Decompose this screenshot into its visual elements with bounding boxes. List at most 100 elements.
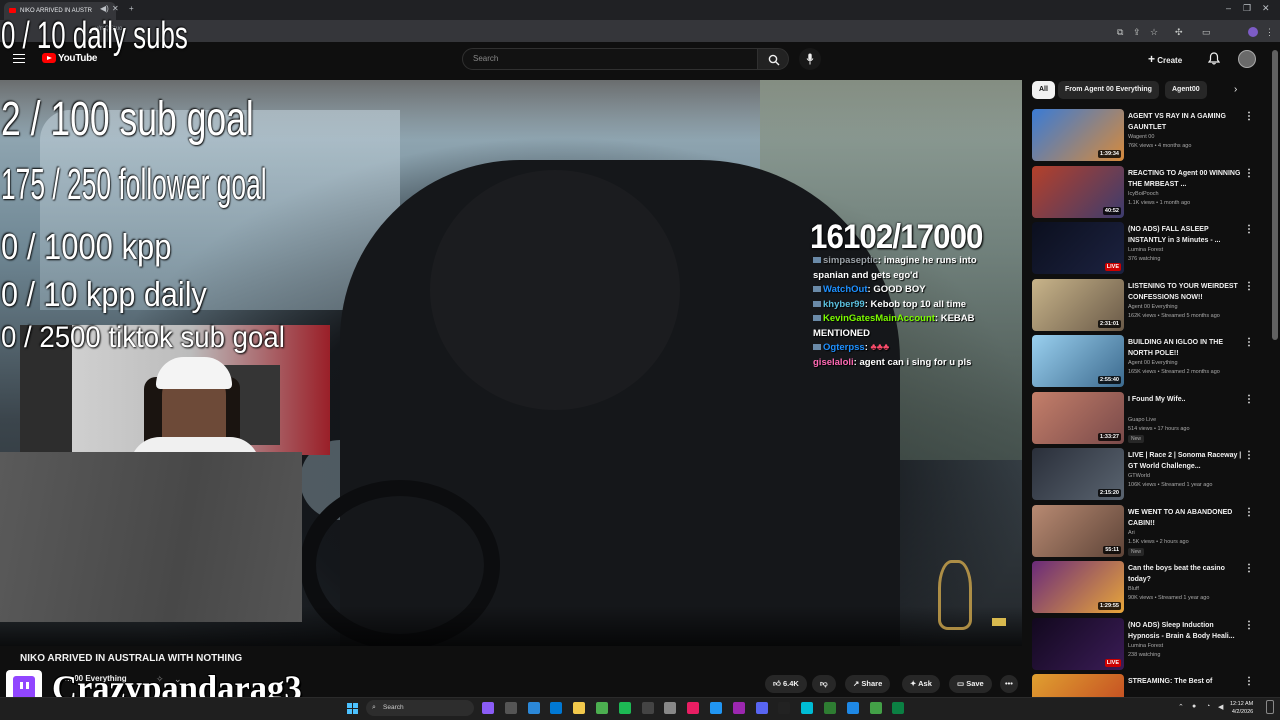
search-input[interactable]: Search — [462, 48, 758, 70]
app-icon[interactable] — [732, 702, 745, 714]
video-thumbnail[interactable]: 40:52 — [1032, 165, 1124, 218]
more-vertical-icon[interactable]: ⋮ — [1244, 337, 1254, 348]
chevron-right-icon[interactable]: › — [1234, 84, 1237, 95]
tab-close-icon[interactable]: ✕ — [112, 4, 119, 13]
share-page-icon[interactable]: ⇪ — [1133, 27, 1141, 38]
profile-icon[interactable] — [1248, 27, 1258, 37]
new-tab-icon[interactable]: + — [129, 4, 134, 13]
taskbar-search[interactable]: ⌕ Search — [366, 700, 474, 716]
recommendation-title[interactable]: WE WENT TO AN ABANDONED CABIN!! — [1128, 507, 1246, 529]
recommendation-card[interactable]: 55:11 WE WENT TO AN ABANDONED CABIN!! Ari 1… — [1032, 504, 1268, 557]
video-thumbnail[interactable]: 2:31:01 — [1032, 278, 1124, 331]
more-vertical-icon[interactable]: ⋮ — [1244, 224, 1254, 235]
minimize-icon[interactable]: – — [1226, 3, 1231, 13]
task-view-icon[interactable] — [504, 702, 517, 714]
save-button[interactable]: ▭ Save — [949, 675, 992, 693]
recommendation-title[interactable]: (NO ADS) Sleep Induction Hypnosis - Brai… — [1128, 620, 1246, 642]
chrome-icon[interactable] — [596, 702, 608, 714]
page-scrollbar[interactable] — [1272, 50, 1278, 340]
spotify-icon[interactable] — [618, 702, 631, 714]
recommendation-card[interactable]: LIVE (NO ADS) Sleep Induction Hypnosis - … — [1032, 617, 1268, 670]
photos-icon[interactable] — [664, 702, 677, 714]
recommendation-channel[interactable]: Lumina Forest — [1128, 643, 1163, 649]
app-icon[interactable] — [482, 702, 494, 714]
recommendation-title[interactable]: LISTENING TO YOUR WEIRDEST CONFESSIONS N… — [1128, 281, 1246, 303]
voice-search-button[interactable] — [799, 48, 821, 70]
tiktok-icon[interactable] — [687, 702, 700, 714]
recommendation-channel[interactable]: GTWorld — [1128, 473, 1150, 479]
volume-icon[interactable]: ◀ — [1218, 703, 1223, 711]
more-vertical-icon[interactable]: ⋮ — [1244, 563, 1254, 574]
notifications-bell-icon[interactable] — [1208, 52, 1220, 65]
dislike-button[interactable]: 👎︎ — [812, 675, 836, 693]
recommendation-card[interactable]: 1:33:27 I Found My Wife.. Guapo Live 514 vi… — [1032, 391, 1268, 444]
video-thumbnail[interactable]: LIVE — [1032, 222, 1124, 274]
recommendation-card[interactable]: LIVE (NO ADS) FALL ASLEEP INSTANTLY in 3 … — [1032, 222, 1268, 274]
file-explorer-icon[interactable] — [573, 702, 586, 714]
tray-mic-icon[interactable]: ● — [1192, 703, 1196, 710]
video-thumbnail[interactable]: 1:39:34 — [1032, 109, 1124, 161]
taskbar-clock[interactable]: 12:12 AM 4/2/2026 — [1230, 700, 1253, 716]
recommendation-title[interactable]: Can the boys beat the casino today? — [1128, 563, 1246, 585]
ask-button[interactable]: ✦ Ask — [902, 675, 940, 693]
address-bar[interactable] — [0, 20, 1280, 42]
store-icon[interactable] — [641, 702, 654, 714]
recommendation-card[interactable]: 2:15:20 LIVE | Race 2 | Sonoma Raceway | … — [1032, 448, 1268, 500]
recommendation-card[interactable]: 40:52 REACTING TO Agent 00 WINNING THE MR… — [1032, 165, 1268, 218]
notification-center-icon[interactable] — [1266, 700, 1274, 714]
excel-icon[interactable] — [892, 702, 905, 714]
recommendation-channel[interactable]: Ari — [1128, 530, 1135, 536]
windows-start-icon[interactable] — [347, 703, 358, 714]
recommendation-title[interactable]: BUILDING AN IGLOO IN THE NORTH POLE!! — [1128, 337, 1246, 359]
share-button[interactable]: ↗ Share — [845, 675, 891, 693]
restore-icon[interactable]: ❐ — [1243, 3, 1251, 14]
video-thumbnail[interactable]: 1:33:27 — [1032, 391, 1124, 444]
app-icon[interactable] — [869, 702, 882, 714]
recommendation-title[interactable]: STREAMING: The Best of — [1128, 676, 1246, 687]
recommendation-channel[interactable]: Bluff — [1128, 586, 1139, 592]
create-button[interactable]: + Create — [1148, 50, 1182, 68]
sidebar-panel-icon[interactable]: ▭ — [1202, 27, 1211, 38]
recommendation-channel[interactable]: Lumina Forest — [1128, 247, 1163, 253]
app-icon[interactable] — [710, 702, 722, 714]
recommendation-channel[interactable]: Agent 00 Everything — [1128, 360, 1178, 366]
chip-all[interactable]: All — [1032, 81, 1055, 99]
cast-icon[interactable]: ⧉ — [1117, 27, 1123, 38]
recommendation-card[interactable]: 1:39:34 AGENT VS RAY IN A GAMING GAUNTLET… — [1032, 109, 1268, 161]
recommendation-channel[interactable]: IcyBoiPooch — [1128, 191, 1159, 197]
more-vertical-icon[interactable]: ⋮ — [1244, 168, 1254, 179]
recommendation-title[interactable]: LIVE | Race 2 | Sonoma Raceway | GT Worl… — [1128, 450, 1246, 472]
kick-icon[interactable] — [778, 702, 791, 714]
more-vertical-icon[interactable]: ⋮ — [1244, 281, 1254, 292]
video-thumbnail[interactable]: LIVE — [1032, 617, 1124, 670]
chip-agent00[interactable]: Agent00 — [1165, 81, 1207, 99]
chip-from-channel[interactable]: From Agent 00 Everything — [1058, 81, 1159, 99]
extensions-icon[interactable]: ✣ — [1175, 27, 1183, 38]
recommendation-title[interactable]: I Found My Wife.. — [1128, 394, 1246, 405]
recommendation-channel[interactable]: Wagent 00 — [1128, 134, 1154, 140]
recommendation-card[interactable]: 2:55:40 BUILDING AN IGLOO IN THE NORTH PO… — [1032, 335, 1268, 387]
xbox-icon[interactable] — [824, 702, 836, 714]
more-vertical-icon[interactable]: ⋮ — [1244, 620, 1254, 631]
more-vertical-icon[interactable]: ⋮ — [1244, 111, 1254, 122]
recommendation-title[interactable]: AGENT VS RAY IN A GAMING GAUNTLET — [1128, 111, 1246, 133]
edge-icon[interactable] — [550, 702, 563, 714]
video-thumbnail[interactable]: 55:11 — [1032, 504, 1124, 557]
like-button[interactable]: 👍︎ 6.4K — [765, 675, 807, 693]
more-vertical-icon[interactable]: ⋮ — [1244, 394, 1254, 405]
browser-menu-icon[interactable]: ⋮ — [1265, 27, 1274, 38]
tab-audio-icon[interactable]: ◀) — [100, 4, 109, 13]
recommendation-title[interactable]: REACTING TO Agent 00 WINNING THE MRBEAST… — [1128, 168, 1246, 190]
bookmark-star-icon[interactable]: ☆ — [1150, 27, 1158, 38]
discord-icon[interactable] — [755, 702, 768, 714]
more-vertical-icon[interactable]: ⋮ — [1244, 676, 1254, 687]
video-thumbnail[interactable]: 1:29:55 — [1032, 561, 1124, 613]
more-vertical-icon[interactable]: ⋮ — [1244, 507, 1254, 518]
account-avatar[interactable] — [1238, 50, 1256, 68]
more-vertical-icon[interactable]: ⋮ — [1244, 450, 1254, 461]
tray-chevron-icon[interactable]: ⌃ — [1178, 703, 1184, 711]
recommendation-card[interactable]: 2:31:01 LISTENING TO YOUR WEIRDEST CONFES… — [1032, 278, 1268, 331]
wifi-icon[interactable]: ◔ — [1206, 703, 1210, 710]
recommendation-card[interactable]: 1:29:55 Can the boys beat the casino toda… — [1032, 561, 1268, 613]
more-actions-button[interactable]: ••• — [1000, 675, 1018, 693]
